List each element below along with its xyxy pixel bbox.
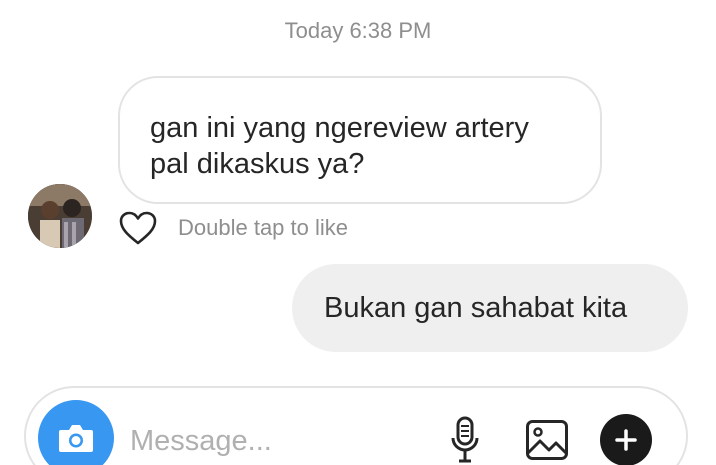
camera-icon bbox=[59, 425, 93, 452]
gallery-icon bbox=[526, 420, 568, 460]
message-input[interactable] bbox=[130, 416, 430, 465]
avatar-photo bbox=[28, 184, 92, 248]
sender-avatar[interactable] bbox=[28, 184, 92, 248]
direct-message-thread: Today 6:38 PM gan ini yang ngereview art… bbox=[0, 0, 716, 465]
double-tap-hint: Double tap to like bbox=[178, 215, 348, 240]
incoming-message-bubble[interactable]: gan ini yang ngereview artery pal dikask… bbox=[118, 76, 602, 204]
voice-message-button[interactable] bbox=[440, 412, 490, 465]
outgoing-message-bubble[interactable]: Bukan gan sahabat kita bbox=[292, 264, 688, 352]
heart-icon[interactable] bbox=[118, 210, 158, 246]
outgoing-message-text: Bukan gan sahabat kita bbox=[324, 291, 628, 324]
camera-button[interactable] bbox=[38, 400, 114, 465]
like-row: Double tap to like bbox=[118, 210, 348, 246]
message-timestamp: Today 6:38 PM bbox=[284, 18, 432, 43]
gallery-button[interactable] bbox=[522, 412, 572, 465]
microphone-icon bbox=[451, 416, 479, 463]
plus-icon bbox=[615, 429, 637, 451]
incoming-message-text: gan ini yang ngereview artery pal dikask… bbox=[150, 112, 529, 180]
message-composer bbox=[24, 386, 688, 465]
more-options-button[interactable] bbox=[600, 414, 652, 465]
